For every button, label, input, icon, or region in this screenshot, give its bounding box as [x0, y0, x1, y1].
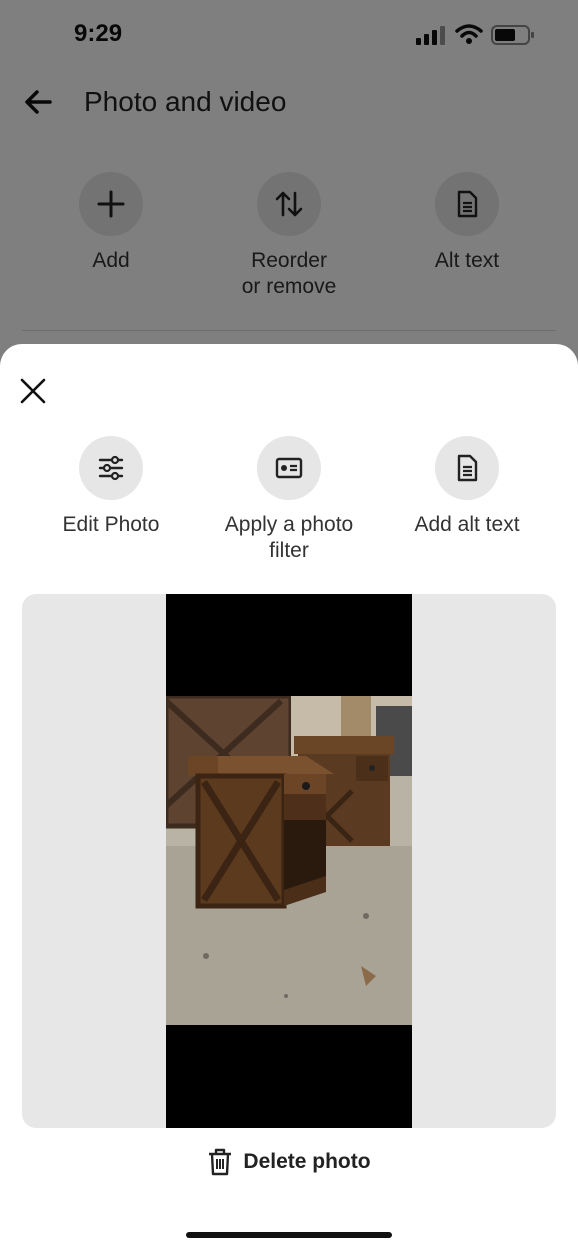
- edit-photo-label: Edit Photo: [62, 513, 160, 536]
- delete-photo-label: Delete photo: [243, 1150, 371, 1173]
- apply-filter-icon-circle: [257, 436, 321, 500]
- product-photo: [166, 696, 412, 1025]
- apply-filter-label: Apply a photo filter: [224, 513, 354, 562]
- filter-icon: [275, 457, 303, 479]
- add-alt-text-icon-circle: [435, 436, 499, 500]
- add-alt-text-label: Add alt text: [414, 513, 520, 536]
- close-icon[interactable]: [20, 378, 46, 404]
- document-icon: [457, 454, 478, 482]
- edit-photo-icon-circle: [79, 436, 143, 500]
- trash-icon: [209, 1148, 232, 1176]
- add-alt-text-button[interactable]: Add alt text: [392, 436, 542, 538]
- sliders-icon: [98, 455, 124, 481]
- apply-filter-button[interactable]: Apply a photo filter: [214, 436, 364, 564]
- delete-photo-button[interactable]: Delete photo: [0, 1144, 578, 1180]
- edit-photo-button[interactable]: Edit Photo: [36, 436, 186, 538]
- photo-bottom-sheet: Edit Photo Apply a photo filter Add alt …: [0, 344, 578, 1250]
- photo-preview-frame: [22, 594, 556, 1128]
- home-indicator: [186, 1232, 392, 1238]
